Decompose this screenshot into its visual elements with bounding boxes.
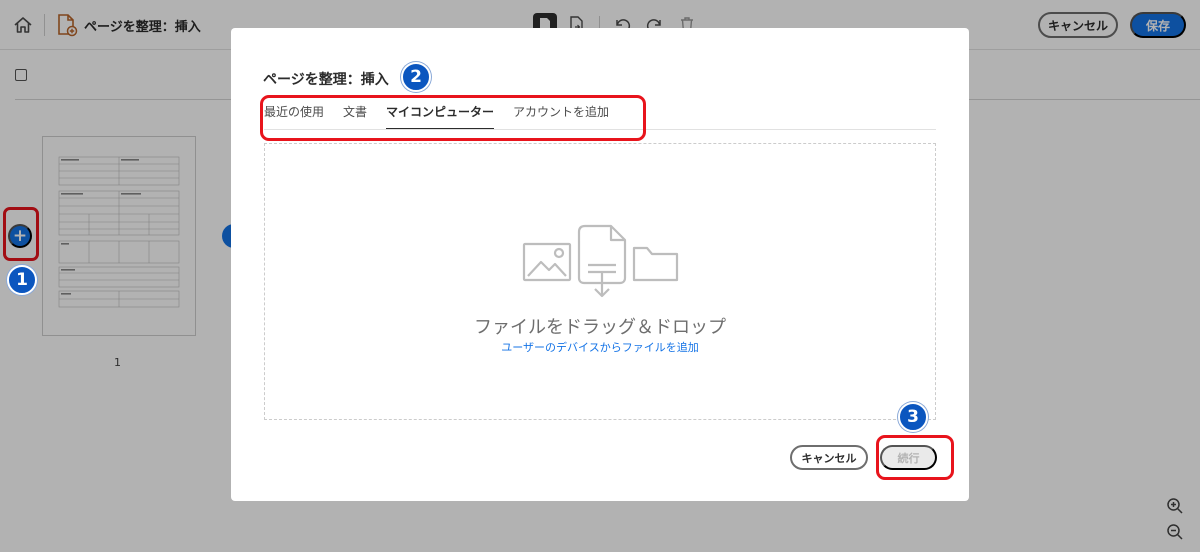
dialog-title: ページを整理：挿入 (263, 72, 389, 88)
highlight-continue-button (876, 435, 954, 480)
file-dropzone[interactable]: ファイルをドラッグ＆ドロップ ユーザーのデバイスからファイルを追加 (264, 143, 936, 420)
insert-dialog: ページを整理：挿入 2 最近の使用 文書 マイコンピューター アカウントを追加 … (231, 28, 969, 501)
upload-files-icon (522, 224, 679, 298)
add-from-device-link[interactable]: ユーザーのデバイスからファイルを追加 (265, 339, 935, 355)
highlight-tabs (260, 95, 646, 141)
step-badge-1: 1 (7, 265, 37, 295)
step-badge-3: 3 (898, 402, 928, 432)
step-badge-2: 2 (401, 62, 431, 92)
dropzone-title: ファイルをドラッグ＆ドロップ (474, 317, 726, 338)
dialog-cancel-button[interactable]: キャンセル (790, 445, 868, 470)
